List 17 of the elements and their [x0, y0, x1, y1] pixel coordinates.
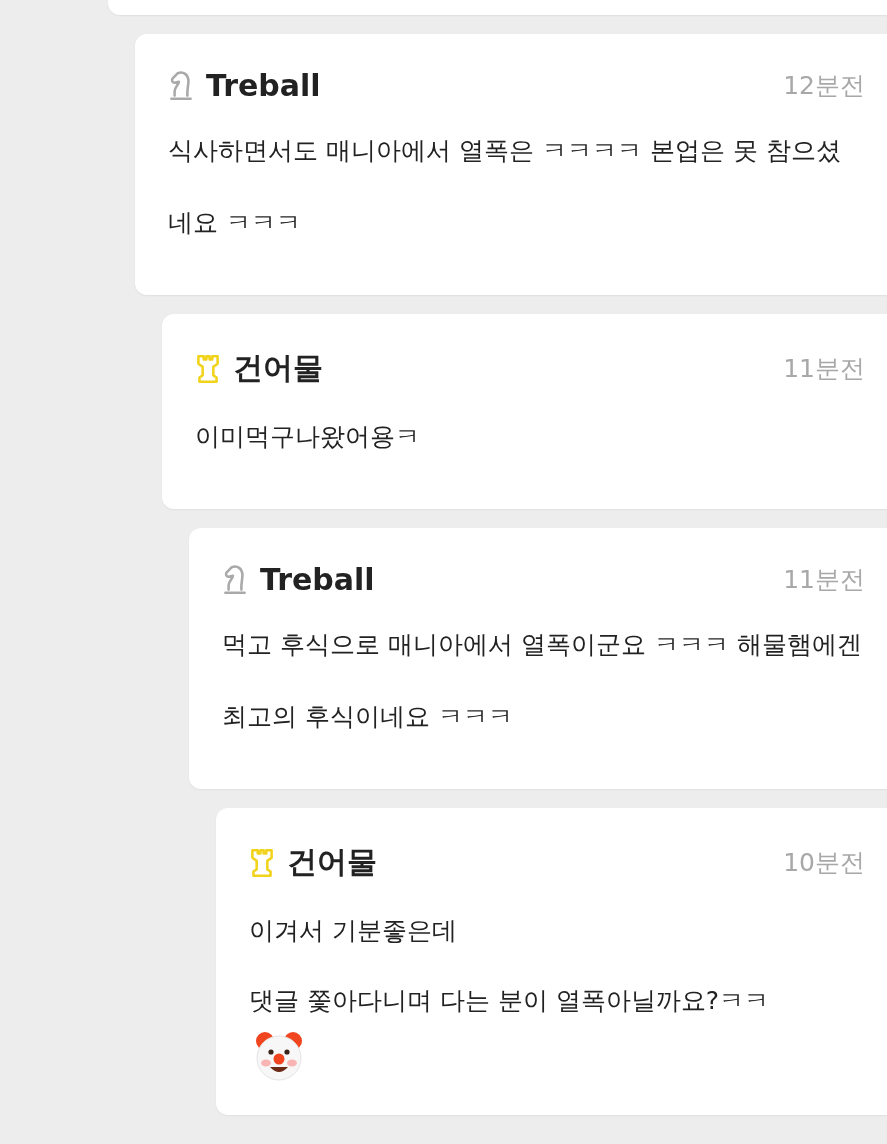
chess-rook-icon	[195, 352, 221, 385]
author-name[interactable]: 건어물	[233, 348, 323, 389]
author-name[interactable]: Treball	[260, 562, 375, 597]
author-name[interactable]: Treball	[206, 68, 321, 103]
comment-time: 11분전	[783, 564, 865, 596]
comment-text: 댓글 쫓아다니며 다는 분이 열폭아닐까요?ㅋㅋ	[249, 985, 771, 1017]
comment-text: 먹고 후식으로 매니아에서 열폭이군요 ㅋㅋㅋ 해물햄에겐 최고의 후식이네요 ㅋㅋㅋ	[222, 629, 863, 733]
comment-time: 11분전	[783, 353, 865, 385]
chess-knight-icon	[168, 69, 194, 102]
comment-text: 이미먹구나왔어용ㅋ	[195, 421, 421, 453]
author-name[interactable]: 건어물	[287, 842, 377, 883]
chess-rook-icon	[249, 846, 275, 879]
comment-text: 식사하면서도 매니아에서 열폭은 ㅋㅋㅋㅋ 본업은 못 참으셨네요 ㅋㅋㅋ	[168, 135, 842, 239]
comment-time: 10분전	[783, 847, 865, 879]
comment-time: 12분전	[783, 70, 865, 102]
chess-knight-icon	[222, 563, 248, 596]
comment-text: 이겨서 기분좋은데	[249, 915, 458, 947]
